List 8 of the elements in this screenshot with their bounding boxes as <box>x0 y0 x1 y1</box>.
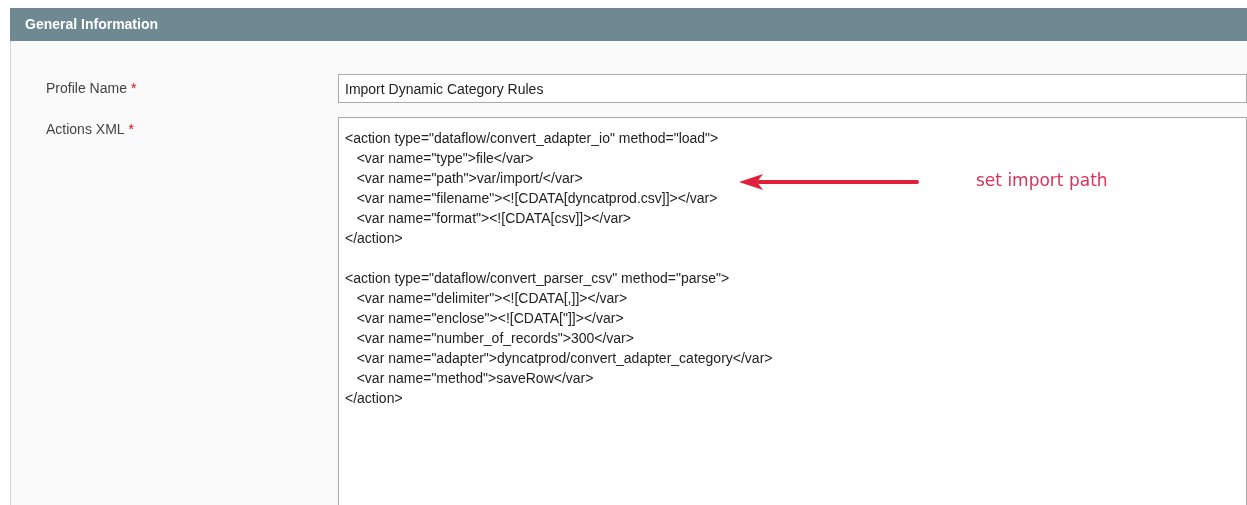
required-mark: * <box>130 79 137 98</box>
annotation-text: set import path <box>976 169 1108 192</box>
panel-header: General Information <box>10 8 1247 41</box>
arrow-icon <box>739 174 919 190</box>
field-label: Actions XML <box>46 120 125 139</box>
required-mark: * <box>128 120 135 139</box>
text-field[interactable]: Import Dynamic Category Rules <box>338 74 1247 103</box>
field-label: Profile Name <box>46 79 127 98</box>
